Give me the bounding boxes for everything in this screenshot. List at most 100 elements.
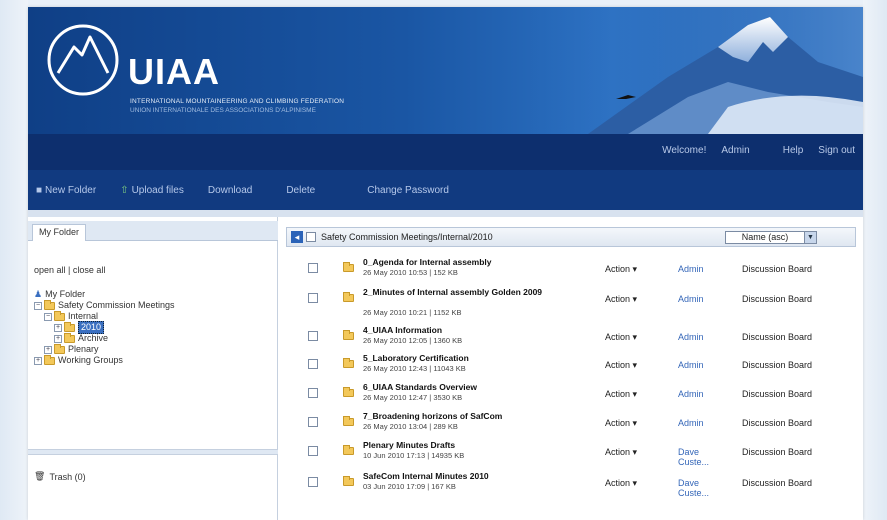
upload-files-button[interactable]: ⇧ Upload files <box>120 185 184 196</box>
uiaa-logo-icon <box>47 24 119 96</box>
file-row[interactable]: Plenary Minutes Drafts 10 Jun 2010 17:13 … <box>282 438 863 467</box>
action-dropdown[interactable]: Action ▾ <box>605 294 637 305</box>
tree-item-safety-commission[interactable]: − Safety Commission Meetings <box>34 299 175 311</box>
file-row[interactable]: 2_Minutes of Internal assembly Golden 20… <box>282 285 863 317</box>
expand-icon[interactable]: + <box>54 323 62 332</box>
file-meta: 26 May 2010 12:43 | 11043 KB <box>363 364 466 373</box>
owner-link[interactable]: Admin <box>678 418 718 428</box>
discussion-board-link[interactable]: Discussion Board <box>742 360 812 370</box>
action-dropdown[interactable]: Action ▾ <box>605 264 637 275</box>
action-dropdown[interactable]: Action ▾ <box>605 360 637 371</box>
owner-link[interactable]: Dave Custe... <box>678 478 718 498</box>
discussion-board-link[interactable]: Discussion Board <box>742 332 812 342</box>
owner-link[interactable]: Admin <box>678 294 718 304</box>
folder-icon <box>44 299 55 310</box>
page-background-left <box>0 0 28 520</box>
change-password-label: Change Password <box>367 184 449 196</box>
brand-name: UIAA <box>128 51 220 92</box>
row-checkbox[interactable] <box>308 388 318 398</box>
delete-button[interactable]: Delete <box>286 185 315 196</box>
folder-icon <box>54 310 65 321</box>
tab-my-folder[interactable]: My Folder <box>32 224 87 241</box>
row-checkbox[interactable] <box>308 446 318 456</box>
tree-item-plenary[interactable]: + Plenary <box>34 343 175 355</box>
help-link[interactable]: Help <box>783 145 804 156</box>
expand-icon[interactable]: + <box>54 334 62 343</box>
folder-icon <box>64 321 75 332</box>
trash-link[interactable]: 🗑 Trash (0) <box>34 471 86 482</box>
discussion-board-link[interactable]: Discussion Board <box>742 264 812 274</box>
tree-item-2010[interactable]: + 2010 <box>34 321 175 334</box>
file-name[interactable]: 7_Broadening horizons of SafCom <box>363 411 583 421</box>
file-name[interactable]: 4_UIAA Information <box>363 325 583 335</box>
row-checkbox[interactable] <box>308 263 318 273</box>
panel-divider[interactable] <box>28 449 278 455</box>
action-dropdown[interactable]: Action ▾ <box>605 478 637 489</box>
owner-link[interactable]: Admin <box>678 264 718 274</box>
user-links: Welcome! Admin Help Sign out <box>662 145 855 156</box>
action-dropdown[interactable]: Action ▾ <box>605 389 637 400</box>
tree-label: Working Groups <box>58 355 123 365</box>
folder-icon <box>343 358 354 368</box>
expand-icon[interactable]: + <box>34 356 42 365</box>
file-name[interactable]: 5_Laboratory Certification <box>363 353 583 363</box>
tree-label: Safety Commission Meetings <box>58 300 175 310</box>
file-row[interactable]: 0_Agenda for Internal assembly 26 May 201… <box>282 255 863 279</box>
file-meta: 26 May 2010 10:53 | 152 KB <box>363 268 458 277</box>
welcome-link[interactable]: Welcome! <box>662 145 706 156</box>
file-name[interactable]: Plenary Minutes Drafts <box>363 440 583 450</box>
current-path: Safety Commission Meetings/Internal/2010 <box>321 232 493 242</box>
page-background-right <box>863 0 887 520</box>
discussion-board-link[interactable]: Discussion Board <box>742 418 812 428</box>
back-arrow-icon[interactable]: ◂ <box>291 231 303 243</box>
file-row[interactable]: 6_UIAA Standards Overview 26 May 2010 12:… <box>282 380 863 404</box>
owner-link[interactable]: Admin <box>678 389 718 399</box>
file-name[interactable]: SafeCom Internal Minutes 2010 <box>363 471 583 481</box>
user-folder-icon: ♟ <box>34 289 43 299</box>
collapse-icon[interactable]: − <box>34 301 42 310</box>
folder-icon <box>343 476 354 486</box>
action-dropdown[interactable]: Action ▾ <box>605 418 637 429</box>
admin-link[interactable]: Admin <box>721 145 749 156</box>
owner-link[interactable]: Admin <box>678 332 718 342</box>
tree-item-internal[interactable]: − Internal <box>34 310 175 322</box>
app-window: UIAA INTERNATIONAL MOUNTAINEERING AND CL… <box>28 7 863 520</box>
brand-subtitle-fr: UNION INTERNATIONALE DES ASSOCIATIONS D'… <box>130 107 316 114</box>
download-button[interactable]: Download <box>208 185 252 196</box>
action-dropdown[interactable]: Action ▾ <box>605 447 637 458</box>
select-all-checkbox[interactable] <box>306 232 316 242</box>
tree-item-working-groups[interactable]: + Working Groups <box>34 354 175 366</box>
collapse-icon[interactable]: − <box>44 312 52 321</box>
folder-panel: My Folder open all | close all ♟ My Fold… <box>28 217 278 520</box>
owner-link[interactable]: Dave Custe... <box>678 447 718 467</box>
file-name[interactable]: 2_Minutes of Internal assembly Golden 20… <box>363 287 583 297</box>
new-folder-button[interactable]: ■ New Folder <box>36 185 96 196</box>
discussion-board-link[interactable]: Discussion Board <box>742 447 812 457</box>
discussion-board-link[interactable]: Discussion Board <box>742 389 812 399</box>
folder-icon <box>343 330 354 340</box>
discussion-board-link[interactable]: Discussion Board <box>742 478 812 488</box>
row-checkbox[interactable] <box>308 331 318 341</box>
file-row[interactable]: SafeCom Internal Minutes 2010 03 Jun 2010… <box>282 469 863 498</box>
expand-icon[interactable]: + <box>44 345 52 354</box>
change-password-button[interactable]: Change Password <box>367 185 449 196</box>
tree-item-my-folder[interactable]: ♟ My Folder <box>34 289 175 300</box>
file-row[interactable]: 5_Laboratory Certification 26 May 2010 12… <box>282 351 863 375</box>
file-row[interactable]: 4_UIAA Information 26 May 2010 12:05 | 13… <box>282 323 863 347</box>
discussion-board-link[interactable]: Discussion Board <box>742 294 812 304</box>
action-dropdown[interactable]: Action ▾ <box>605 332 637 343</box>
sort-dropdown-icon[interactable]: ▼ <box>804 231 817 244</box>
owner-link[interactable]: Admin <box>678 360 718 370</box>
sign-out-link[interactable]: Sign out <box>818 145 855 156</box>
file-name[interactable]: 0_Agenda for Internal assembly <box>363 257 583 267</box>
tree-item-archive[interactable]: + Archive <box>34 332 175 344</box>
sort-select[interactable]: Name (asc) <box>725 231 805 244</box>
file-row[interactable]: 7_Broadening horizons of SafCom 26 May 20… <box>282 409 863 433</box>
row-checkbox[interactable] <box>308 293 318 303</box>
open-close-all-links[interactable]: open all | close all <box>34 265 105 275</box>
file-meta: 26 May 2010 10:21 | 1152 KB <box>363 308 462 317</box>
row-checkbox[interactable] <box>308 477 318 487</box>
row-checkbox[interactable] <box>308 417 318 427</box>
row-checkbox[interactable] <box>308 359 318 369</box>
file-name[interactable]: 6_UIAA Standards Overview <box>363 382 583 392</box>
